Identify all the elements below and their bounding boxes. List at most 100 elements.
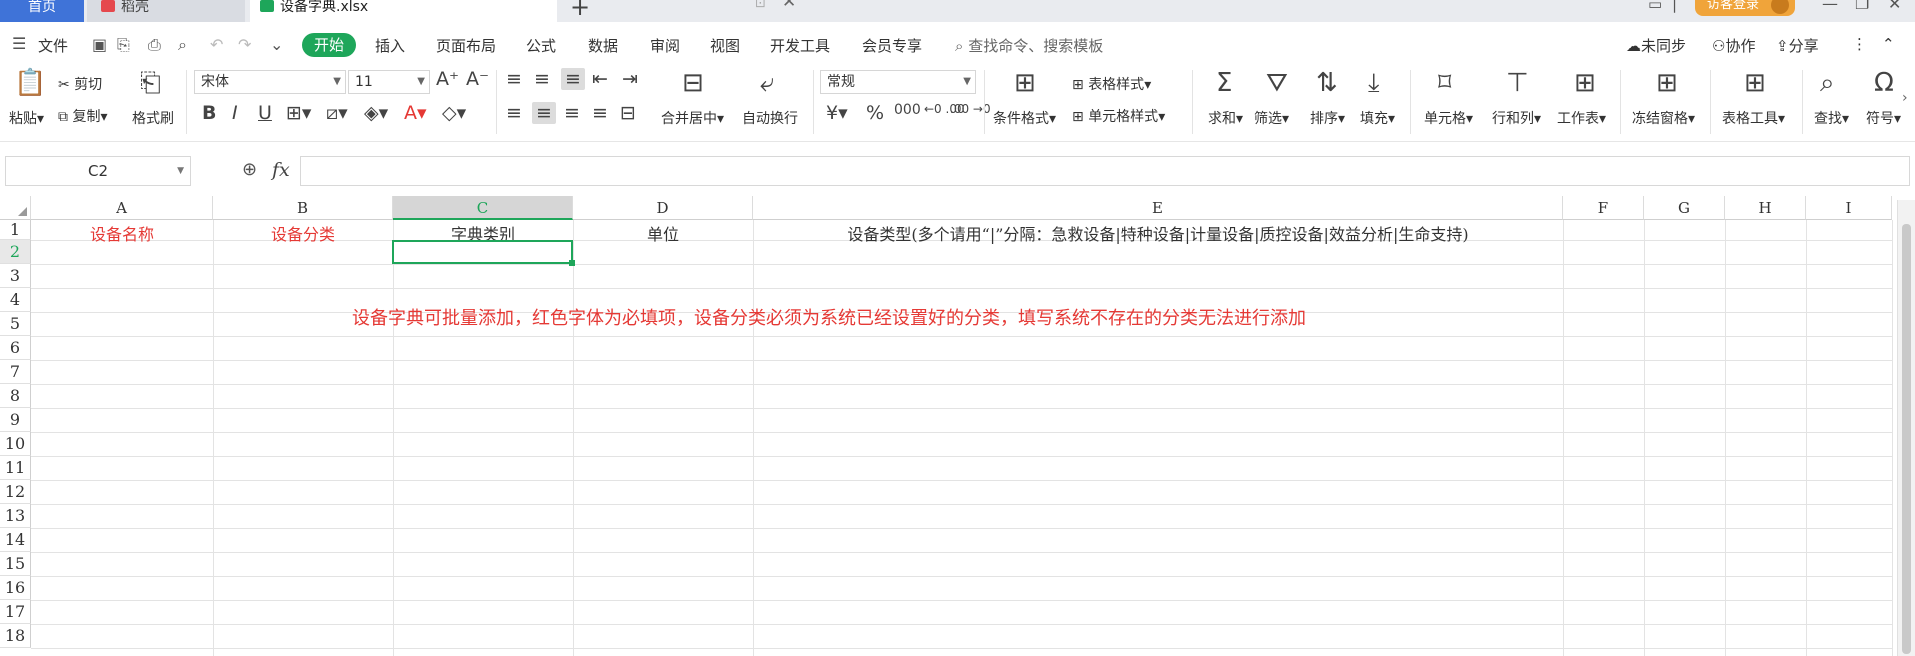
row-header-7[interactable]: 7 [0,360,31,384]
collapse-ribbon-icon[interactable]: ⌃ [1882,35,1895,53]
menu-file[interactable]: 文件 [38,35,68,56]
command-search[interactable]: ⌕ 查找命令、搜索模板 [955,35,1103,56]
decrease-font-icon[interactable]: A⁻ [466,68,489,90]
menu-tab-insert[interactable]: 插入 [375,35,405,56]
minimize-icon[interactable]: — [1822,0,1838,13]
merge-center-icon[interactable]: ⊟ [682,70,704,96]
table-tools-button[interactable]: 表格工具▾ [1722,108,1785,128]
window-layout-icon[interactable]: ▭ [1648,0,1662,13]
tab-document[interactable]: 设备字典.xlsx ⊡ ✕ [250,0,796,22]
percent-icon[interactable]: % [866,102,884,124]
row-header-18[interactable]: 18 [0,624,31,648]
border-icon[interactable]: ⊞▾ [286,102,311,124]
italic-icon[interactable]: I [232,102,238,124]
column-header-c[interactable]: C [393,196,573,220]
menu-tab-view[interactable]: 视图 [710,35,740,56]
align-center-icon[interactable]: ≡ [532,102,556,124]
wrap-text-icon[interactable]: ⤶ [760,70,775,96]
freeze-button[interactable]: 冻结窗格▾ [1632,108,1695,128]
column-header-d[interactable]: D [573,196,753,220]
wrap-text-button[interactable]: 自动换行 [742,108,798,128]
indent-decrease-icon[interactable]: ⇤ [592,68,608,90]
row-header-8[interactable]: 8 [0,384,31,408]
column-header-a[interactable]: A [31,196,213,220]
row-header-9[interactable]: 9 [0,408,31,432]
row-header-12[interactable]: 12 [0,480,31,504]
cell-e1[interactable]: 设备类型(多个请用“|”分隔：急救设备|特种设备|计量设备|质控设备|效益分析|… [753,221,1563,245]
sum-button[interactable]: 求和▾ [1208,108,1243,128]
row-header-6[interactable]: 6 [0,336,31,360]
function-icon[interactable]: fx [272,159,290,181]
zoom-icon[interactable]: ⊕ [242,159,257,180]
close-tab-icon[interactable]: ✕ [782,0,796,11]
sort-icon[interactable]: ⇅ [1316,70,1338,96]
export-icon[interactable]: ⎘ [117,35,130,55]
freeze-icon[interactable]: ⊞ [1656,70,1678,96]
instruction-note[interactable]: 设备字典可批量添加，红色字体为必填项，设备分类必须为系统已经设置好的分类，填写系… [352,304,1306,330]
align-middle-icon[interactable]: ≡ [534,68,550,90]
row-header-11[interactable]: 11 [0,456,31,480]
font-color-icon[interactable]: A▾ [404,102,427,124]
format-painter-icon[interactable]: ⎗ [140,70,161,96]
column-header-i[interactable]: I [1806,196,1892,220]
special-format-icon[interactable]: ⧄▾ [326,102,348,124]
copy-button[interactable]: ⧉ 复制▾ [58,106,107,126]
menu-tab-review[interactable]: 审阅 [650,35,680,56]
font-size-select[interactable]: 11 ▼ [348,70,430,94]
menu-tab-home[interactable]: 开始 [302,33,356,57]
find-button[interactable]: 查找▾ [1814,108,1849,128]
save-icon[interactable]: ▣ [92,35,107,54]
row-header-2[interactable]: 2 [0,240,31,264]
cell-button[interactable]: 单元格▾ [1424,108,1473,128]
share-button[interactable]: ⇪分享 [1776,35,1819,56]
row-header-10[interactable]: 10 [0,432,31,456]
cell-style-button[interactable]: ⊞ 单元格样式▾ [1072,106,1165,126]
maximize-icon[interactable]: ❐ [1855,0,1869,13]
menu-tab-page-layout[interactable]: 页面布局 [436,35,496,56]
row-header-17[interactable]: 17 [0,600,31,624]
increase-font-icon[interactable]: A⁺ [436,68,459,90]
fill-button[interactable]: 填充▾ [1360,108,1395,128]
fill-handle[interactable] [569,260,575,266]
thousands-icon[interactable]: 000 [894,102,921,118]
justify-icon[interactable]: ≡ [592,102,608,124]
indent-increase-icon[interactable]: ⇥ [622,68,638,90]
name-box[interactable]: C2 ▼ [5,156,191,186]
formula-input[interactable] [300,156,1910,186]
menu-tab-data[interactable]: 数据 [588,35,618,56]
collab-button[interactable]: ⚇协作 [1712,35,1755,56]
merge-center-button[interactable]: 合并居中▾ [661,108,724,128]
row-header-3[interactable]: 3 [0,264,31,288]
conditional-format-icon[interactable]: ⊞ [1014,70,1036,96]
font-name-select[interactable]: 宋体 ▼ [194,70,346,94]
row-header-15[interactable]: 15 [0,552,31,576]
close-window-icon[interactable]: ✕ [1888,0,1901,13]
filter-button[interactable]: 筛选▾ [1254,108,1289,128]
redo-icon[interactable]: ↷ [238,35,251,54]
row-col-icon[interactable]: ⊤ [1506,70,1529,96]
column-header-h[interactable]: H [1725,196,1806,220]
cut-button[interactable]: ✂ 剪切 [58,74,102,94]
row-col-button[interactable]: 行和列▾ [1492,108,1541,128]
hamburger-icon[interactable]: ☰ [12,34,26,53]
sum-icon[interactable]: Σ [1216,70,1232,96]
ribbon-scroll-right-icon[interactable]: › [1902,90,1908,106]
symbol-icon[interactable]: Ω [1874,70,1894,96]
cell-icon[interactable]: ⌑ [1438,70,1451,96]
row-header-14[interactable]: 14 [0,528,31,552]
menu-tab-member[interactable]: 会员专享 [862,35,922,56]
menu-tab-developer[interactable]: 开发工具 [770,35,830,56]
worksheet-button[interactable]: 工作表▾ [1557,108,1606,128]
cell-b1[interactable]: 设备分类 [213,221,393,245]
distribute-icon[interactable]: ⊟ [620,102,636,124]
align-top-icon[interactable]: ≡ [506,68,522,90]
cell-d1[interactable]: 单位 [573,221,753,245]
cell-a1[interactable]: 设备名称 [31,221,213,245]
column-header-f[interactable]: F [1563,196,1644,220]
row-header-4[interactable]: 4 [0,288,31,312]
paste-icon[interactable]: 📋 [14,70,46,96]
active-cell-c2[interactable] [392,240,575,266]
customize-chevron-icon[interactable]: ⌄ [270,35,283,54]
bold-icon[interactable]: B [202,102,216,124]
number-format-select[interactable]: 常规 ▼ [820,70,976,94]
